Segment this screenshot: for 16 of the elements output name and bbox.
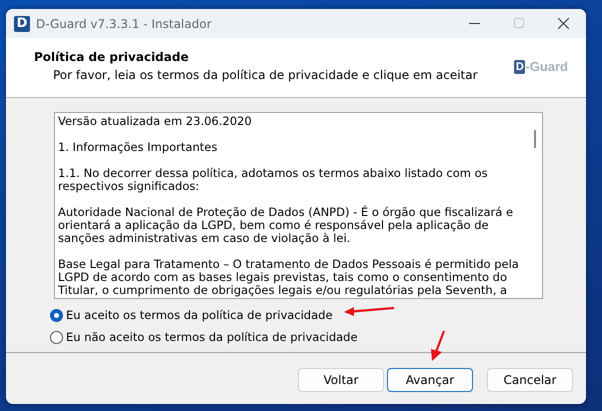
logo-text: -Guard [525,59,568,74]
app-icon: D [14,16,30,32]
dialog-button[interactable]: Cancelar [487,368,573,392]
page-title: Política de privacidade [34,50,190,64]
license-paragraph: 1. Informações Importantes [58,141,218,154]
license-paragraph: Versão atualizada em 23.06.2020 [58,115,253,128]
radio-label[interactable]: Eu aceito os termos da política de privacidade [66,308,333,322]
dialog-button[interactable]: Avançar [387,368,473,392]
license-paragraph: 1.1. No decorrer dessa política, adotamos os termos abaixo listado com os respectivos significados: [58,167,489,193]
window-title: D-Guard v7.3.3.1 - Instalador [36,16,212,30]
page-subtitle: Por favor, leia os termos da política de privacidade e clique em aceitar [53,68,479,82]
license-paragraph: Autoridade Nacional de Proteção de Dados (ANPD) - É o órgão que fiscalizará e orientará a aplicação da LGPD, bem como é responsável pela aplicação de sanções administrativas em caso de violação à lei. [58,206,514,245]
radio-label[interactable]: Eu não aceito os termos da política de privacidade [66,330,358,344]
logo-mark: D [514,60,526,74]
dialog-button[interactable]: Voltar [298,368,384,392]
license-paragraph: Base Legal para Tratamento – O tratamento de Dados Pessoais é permitido pela LGPD de acordo com as bases legais previstas, tais como o consentimento do Titular, o cumprimento de obrigações legais e/ou regulatórias pela Seventh, a [58,258,520,297]
